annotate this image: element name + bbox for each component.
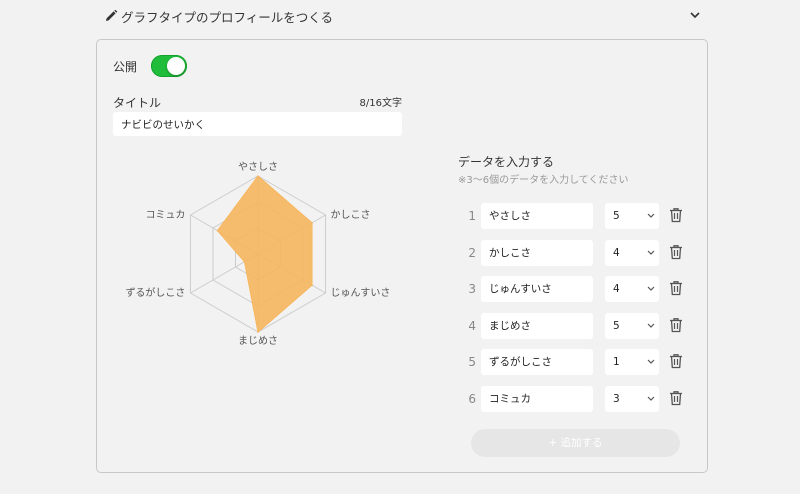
data-row: 5 ずるがしこさ 1 [458, 349, 698, 375]
trash-icon[interactable] [669, 353, 683, 369]
pencil-icon [106, 9, 118, 21]
row-label-input[interactable]: まじめさ [481, 313, 593, 339]
row-value-select[interactable]: 3 [605, 386, 659, 412]
row-value: 4 [613, 283, 620, 295]
row-index: 1 [468, 209, 476, 223]
row-value-select[interactable]: 5 [605, 203, 659, 229]
trash-icon[interactable] [669, 244, 683, 260]
data-row: 1 やさしさ 5 [458, 203, 698, 229]
title-label: タイトル [113, 96, 162, 110]
row-value: 5 [613, 320, 620, 332]
radar-axis-label: ずるがしこさ [125, 286, 185, 299]
section-title: グラフタイプのプロフィールをつくる [121, 10, 334, 25]
row-value-select[interactable]: 1 [605, 349, 659, 375]
chevron-down-icon[interactable] [688, 8, 702, 22]
radar-data-point [311, 222, 313, 224]
row-value-select[interactable]: 5 [605, 313, 659, 339]
radar-data-point [257, 175, 259, 177]
row-value-select[interactable]: 4 [605, 276, 659, 302]
radar-axis-label: じゅんすいさ [331, 287, 391, 299]
public-label: 公開 [113, 60, 138, 74]
chevron-down-icon [647, 213, 655, 218]
radar-data-point [216, 229, 219, 232]
trash-icon[interactable] [669, 207, 683, 223]
row-label-input[interactable]: やさしさ [481, 203, 593, 229]
row-index: 6 [468, 392, 476, 406]
row-index: 3 [468, 282, 476, 296]
chevron-down-icon [647, 396, 655, 401]
radar-axis-label: やさしさ [238, 161, 278, 173]
row-value: 5 [613, 210, 620, 222]
row-index: 5 [468, 355, 476, 369]
radar-data-point [257, 331, 259, 333]
row-value-select[interactable]: 4 [605, 240, 659, 266]
radar-chart: やさしさかしこさじゅんすいさまじめさ ずるがしこさ コミュカ [125, 161, 391, 347]
data-section-hint: ※3〜6個のデータを入力してください [458, 175, 629, 186]
row-value: 4 [613, 247, 620, 259]
profile-section-header[interactable]: グラフタイプのプロフィールをつくる [0, 0, 800, 32]
row-label-input[interactable]: コミュカ [481, 386, 593, 412]
trash-icon[interactable] [669, 390, 683, 406]
row-value: 3 [613, 393, 620, 405]
title-input[interactable] [113, 112, 402, 136]
chevron-down-icon [647, 359, 655, 364]
row-index: 4 [468, 319, 476, 333]
row-label-input[interactable]: じゅんすいさ [481, 276, 593, 302]
radar-axis-label: コミュカ [145, 209, 185, 221]
chevron-down-icon [647, 286, 655, 291]
chevron-down-icon [647, 250, 655, 255]
radar-data-point [243, 261, 246, 263]
data-row: 3 じゅんすいさ 4 [458, 276, 698, 302]
toggle-knob [167, 57, 185, 75]
data-row: 6 コミュカ 3 [458, 386, 698, 412]
row-label-input[interactable]: ずるがしこさ [481, 349, 593, 375]
radar-axis-label: まじめさ [238, 335, 278, 347]
add-data-button[interactable]: + 追加する [471, 429, 680, 457]
data-row: 2 かしこさ 4 [458, 240, 698, 266]
row-index: 2 [468, 246, 476, 260]
row-label-input[interactable]: かしこさ [481, 240, 593, 266]
title-char-counter: 8/16文字 [359, 98, 402, 109]
trash-icon[interactable] [669, 317, 683, 333]
trash-icon[interactable] [669, 280, 683, 296]
radar-axis-label: かしこさ [331, 209, 371, 221]
chevron-down-icon [647, 323, 655, 328]
public-toggle[interactable] [151, 55, 187, 77]
data-row: 4 まじめさ 5 [458, 313, 698, 339]
radar-data-point [311, 284, 313, 286]
row-value: 1 [613, 356, 620, 368]
data-section-heading: データを入力する [458, 155, 555, 169]
